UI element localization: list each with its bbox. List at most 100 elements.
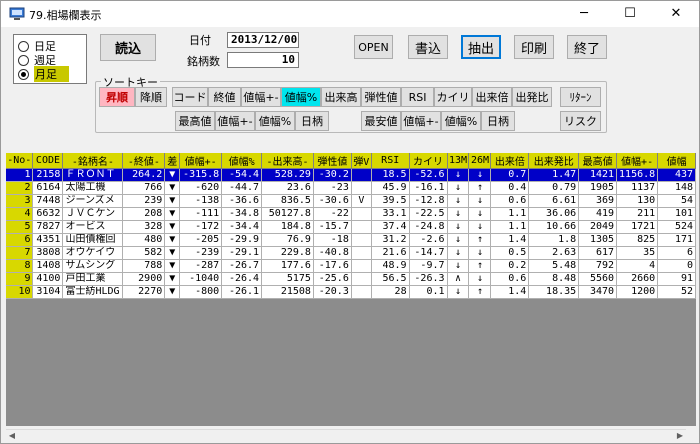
table-cell[interactable]: 1.8 bbox=[528, 233, 580, 247]
row-number-cell[interactable]: 2 bbox=[6, 181, 34, 195]
table-cell[interactable]: 6 bbox=[657, 246, 696, 260]
table-cell[interactable]: 369 bbox=[578, 194, 618, 208]
table-cell[interactable]: ▼ bbox=[164, 168, 181, 182]
col-header-close[interactable]: -終値- bbox=[122, 153, 166, 169]
table-cell[interactable]: ↓ bbox=[468, 168, 492, 182]
table-cell[interactable]: ↑ bbox=[468, 233, 492, 247]
table-cell[interactable]: 0.7 bbox=[490, 168, 530, 182]
table-cell[interactable]: ↓ bbox=[447, 220, 470, 234]
row-number-cell[interactable]: 4 bbox=[6, 207, 34, 221]
table-cell[interactable]: 2270 bbox=[122, 285, 166, 299]
table-cell[interactable]: ↑ bbox=[468, 285, 492, 299]
table-cell[interactable]: -22 bbox=[313, 207, 352, 221]
table-cell[interactable]: -2.6 bbox=[409, 233, 448, 247]
table-cell[interactable]: 4351 bbox=[32, 233, 64, 247]
table-cell[interactable]: 7827 bbox=[32, 220, 64, 234]
table-cell[interactable]: 21.6 bbox=[371, 246, 410, 260]
table-row[interactable]: 1 2158 ＦＲＯＮＴ 264.2 ▼ -315.8 -54.4 528.29 -30.2 18… bbox=[6, 168, 696, 182]
table-cell[interactable]: 1408 bbox=[32, 259, 64, 273]
table-cell[interactable]: 6632 bbox=[32, 207, 64, 221]
col-header-elastic[interactable]: 弾性値 bbox=[313, 153, 352, 169]
table-cell[interactable]: 328 bbox=[122, 220, 166, 234]
table-cell[interactable]: -26.4 bbox=[221, 272, 263, 286]
table-cell[interactable]: ↓ bbox=[447, 181, 470, 195]
table-cell[interactable]: ↓ bbox=[447, 246, 470, 260]
row-number-cell[interactable]: 9 bbox=[6, 272, 34, 286]
table-cell[interactable]: -34.8 bbox=[221, 207, 263, 221]
table-cell[interactable]: -52.6 bbox=[409, 168, 448, 182]
table-cell[interactable]: ↓ bbox=[468, 207, 492, 221]
row-number-cell[interactable]: 5 bbox=[6, 220, 34, 234]
table-cell[interactable]: ジーンズメ bbox=[62, 194, 124, 208]
table-cell[interactable]: 8.48 bbox=[528, 272, 580, 286]
table-cell[interactable] bbox=[351, 246, 372, 260]
count-field[interactable]: 10 bbox=[227, 52, 299, 68]
table-cell[interactable]: 1137 bbox=[616, 181, 659, 195]
col-header-start-ratio[interactable]: 出来発比 bbox=[528, 153, 580, 169]
table-cell[interactable]: 76.9 bbox=[261, 233, 314, 247]
col-header-no[interactable]: -No- bbox=[6, 153, 34, 169]
col-header-rsi[interactable]: RSI bbox=[371, 153, 410, 169]
table-cell[interactable]: 56.5 bbox=[371, 272, 410, 286]
table-cell[interactable]: オービス bbox=[62, 220, 124, 234]
open-button[interactable]: OPEN bbox=[354, 35, 393, 59]
table-cell[interactable]: 1905 bbox=[578, 181, 618, 195]
col-header-high-range[interactable]: 値幅+- bbox=[616, 153, 659, 169]
table-cell[interactable]: 0.4 bbox=[490, 181, 530, 195]
sort-key-low-days[interactable]: 日柄 bbox=[481, 111, 515, 131]
minimize-button[interactable]: ─ bbox=[561, 1, 607, 27]
table-row[interactable]: 8 1408 サムシング 788 ▼ -287 -26.7 177.6 -17.6 48.9 -9.… bbox=[6, 259, 696, 273]
table-row[interactable]: 5 7827 オービス 328 ▼ -172 -34.4 184.8 -15.7 37.4 -24.… bbox=[6, 220, 696, 234]
table-cell[interactable]: 5175 bbox=[261, 272, 314, 286]
load-button[interactable]: 読込 bbox=[100, 34, 156, 61]
table-cell[interactable]: 0.79 bbox=[528, 181, 580, 195]
sort-key-rsi[interactable]: RSI bbox=[401, 87, 434, 107]
table-cell[interactable]: ↓ bbox=[447, 168, 470, 182]
table-cell[interactable]: -800 bbox=[179, 285, 223, 299]
table-cell[interactable]: -14.7 bbox=[409, 246, 448, 260]
table-cell[interactable]: 208 bbox=[122, 207, 166, 221]
table-cell[interactable]: 148 bbox=[657, 181, 696, 195]
table-cell[interactable]: 18.5 bbox=[371, 168, 410, 182]
row-number-cell[interactable]: 8 bbox=[6, 259, 34, 273]
table-cell[interactable] bbox=[351, 259, 372, 273]
table-cell[interactable]: ▼ bbox=[164, 246, 181, 260]
row-number-cell[interactable]: 7 bbox=[6, 246, 34, 260]
col-header-range[interactable]: 値幅+- bbox=[179, 153, 223, 169]
table-cell[interactable] bbox=[351, 181, 372, 195]
table-cell[interactable]: 437 bbox=[657, 168, 696, 182]
table-cell[interactable]: 788 bbox=[122, 259, 166, 273]
table-cell[interactable]: 3808 bbox=[32, 246, 64, 260]
table-cell[interactable] bbox=[351, 207, 372, 221]
table-cell[interactable]: ↓ bbox=[447, 259, 470, 273]
table-cell[interactable]: 3104 bbox=[32, 285, 64, 299]
table-cell[interactable]: ▼ bbox=[164, 207, 181, 221]
horizontal-scrollbar[interactable]: ◀ ▶ bbox=[6, 429, 686, 441]
table-cell[interactable]: -620 bbox=[179, 181, 223, 195]
table-cell[interactable]: ↓ bbox=[447, 233, 470, 247]
exit-button[interactable]: 終了 bbox=[567, 35, 607, 59]
table-cell[interactable]: 2158 bbox=[32, 168, 64, 182]
col-header-volume[interactable]: -出来高- bbox=[261, 153, 314, 169]
table-row[interactable]: 4 6632 ＪＶＣケン 208 ▼ -111 -34.8 50127.8 -22 33.1 -22… bbox=[6, 207, 696, 221]
row-number-cell[interactable]: 1 bbox=[6, 168, 34, 182]
col-header-high-pct[interactable]: 値幅 bbox=[657, 153, 696, 169]
table-cell[interactable]: 2.63 bbox=[528, 246, 580, 260]
table-cell[interactable] bbox=[351, 285, 372, 299]
table-cell[interactable]: -34.4 bbox=[221, 220, 263, 234]
table-cell[interactable]: 1200 bbox=[616, 285, 659, 299]
table-cell[interactable]: オウケイウ bbox=[62, 246, 124, 260]
table-cell[interactable]: 836.5 bbox=[261, 194, 314, 208]
sort-key-low[interactable]: 最安値 bbox=[361, 111, 401, 131]
table-cell[interactable]: ↓ bbox=[447, 285, 470, 299]
table-cell[interactable]: -25.6 bbox=[313, 272, 352, 286]
sort-desc-button[interactable]: 降順 bbox=[135, 87, 167, 107]
table-cell[interactable]: 1421 bbox=[578, 168, 618, 182]
sort-key-low-range[interactable]: 値幅+- bbox=[401, 111, 441, 131]
table-cell[interactable]: -23 bbox=[313, 181, 352, 195]
table-cell[interactable]: 48.9 bbox=[371, 259, 410, 273]
table-cell[interactable]: 28 bbox=[371, 285, 410, 299]
table-cell[interactable]: -30.2 bbox=[313, 168, 352, 182]
radio-daily[interactable]: 日足 bbox=[18, 39, 84, 53]
table-cell[interactable]: 1305 bbox=[578, 233, 618, 247]
